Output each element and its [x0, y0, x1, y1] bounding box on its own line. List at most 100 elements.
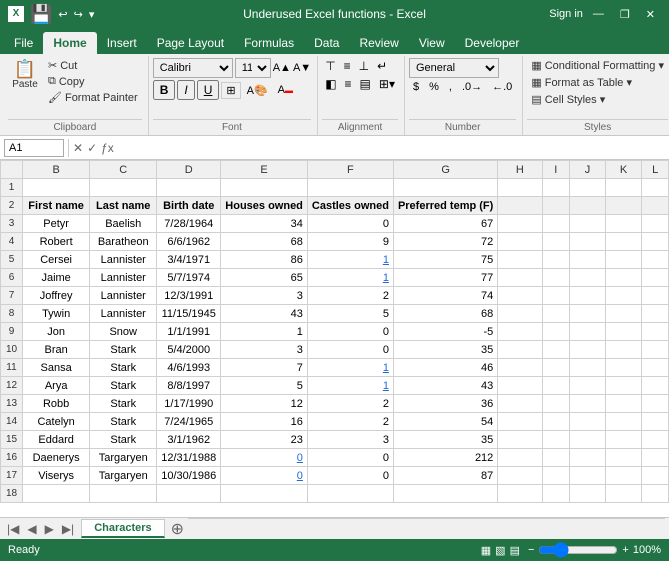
cell-13-4[interactable]: 1/17/1990	[157, 395, 221, 413]
align-left-button[interactable]: ◧	[322, 76, 339, 92]
row-header-7[interactable]: 7	[1, 287, 23, 305]
cell-6-8[interactable]	[498, 269, 542, 287]
tab-review[interactable]: Review	[349, 32, 408, 54]
cell-7-6[interactable]: 2	[307, 287, 393, 305]
align-bottom-button[interactable]: ⊥	[356, 58, 372, 74]
add-sheet-button[interactable]: ⊕	[167, 519, 188, 539]
cell-13-5[interactable]: 12	[221, 395, 308, 413]
cell-7-5[interactable]: 3	[221, 287, 308, 305]
font-family-select[interactable]: Calibri	[153, 58, 233, 78]
cell-17-8[interactable]	[498, 467, 542, 485]
cell-12-3[interactable]: Stark	[90, 377, 157, 395]
cell-9-2[interactable]: Jon	[23, 323, 90, 341]
row-header-16[interactable]: 16	[1, 449, 23, 467]
cell-8-8[interactable]	[498, 305, 542, 323]
grid-scroll[interactable]: B C D E F G H I J K L 12First nameLast n…	[0, 160, 669, 517]
cell-2-8[interactable]	[498, 197, 542, 215]
zoom-out-button[interactable]: −	[528, 544, 534, 556]
align-right-button[interactable]: ▤	[357, 76, 374, 92]
cell-9-3[interactable]: Snow	[90, 323, 157, 341]
cell-2-4[interactable]: Birth date	[157, 197, 221, 215]
cell-13-12[interactable]	[642, 395, 669, 413]
quick-access-save[interactable]: 💾	[30, 4, 52, 25]
row-header-10[interactable]: 10	[1, 341, 23, 359]
align-top-button[interactable]: ⊤	[322, 58, 338, 74]
cell-9-12[interactable]	[642, 323, 669, 341]
font-size-decrease[interactable]: A▼	[293, 62, 311, 74]
cell-16-4[interactable]: 12/31/1988	[157, 449, 221, 467]
cell-18-6[interactable]	[307, 485, 393, 503]
align-center-button[interactable]: ≡	[342, 76, 355, 92]
cell-7-2[interactable]: Joffrey	[23, 287, 90, 305]
col-header-d[interactable]: D	[157, 161, 221, 179]
table-row[interactable]: 12AryaStark8/8/19975143	[1, 377, 669, 395]
cell-9-8[interactable]	[498, 323, 542, 341]
cell-2-9[interactable]	[542, 197, 570, 215]
cell-13-10[interactable]	[570, 395, 606, 413]
currency-button[interactable]: $	[409, 80, 423, 94]
cell-13-9[interactable]	[542, 395, 570, 413]
table-row[interactable]: 4RobertBaratheon6/6/196268972	[1, 233, 669, 251]
cell-11-10[interactable]	[570, 359, 606, 377]
cell-16-2[interactable]: Daenerys	[23, 449, 90, 467]
table-row[interactable]: 7JoffreyLannister12/3/19913274	[1, 287, 669, 305]
cell-11-8[interactable]	[498, 359, 542, 377]
cell-7-12[interactable]	[642, 287, 669, 305]
cell-17-11[interactable]	[605, 467, 641, 485]
cell-3-12[interactable]	[642, 215, 669, 233]
cell-1-12[interactable]	[642, 179, 669, 197]
cell-3-6[interactable]: 0	[307, 215, 393, 233]
cell-15-6[interactable]: 3	[307, 431, 393, 449]
cell-17-12[interactable]	[642, 467, 669, 485]
cell-12-2[interactable]: Arya	[23, 377, 90, 395]
cell-12-6[interactable]: 1	[307, 377, 393, 395]
copy-button[interactable]: ⧉ Copy	[44, 74, 142, 89]
cell-8-9[interactable]	[542, 305, 570, 323]
cell-15-12[interactable]	[642, 431, 669, 449]
cell-11-4[interactable]: 4/6/1993	[157, 359, 221, 377]
cell-2-5[interactable]: Houses owned	[221, 197, 308, 215]
cell-11-11[interactable]	[605, 359, 641, 377]
cell-16-7[interactable]: 212	[393, 449, 497, 467]
tab-home[interactable]: Home	[43, 32, 96, 54]
cell-15-4[interactable]: 3/1/1962	[157, 431, 221, 449]
cell-10-8[interactable]	[498, 341, 542, 359]
cell-12-8[interactable]	[498, 377, 542, 395]
cell-8-2[interactable]: Tywin	[23, 305, 90, 323]
cell-2-11[interactable]	[605, 197, 641, 215]
cell-11-9[interactable]	[542, 359, 570, 377]
cell-11-7[interactable]: 46	[393, 359, 497, 377]
row-header-14[interactable]: 14	[1, 413, 23, 431]
table-row[interactable]: 9JonSnow1/1/199110-5	[1, 323, 669, 341]
cell-16-6[interactable]: 0	[307, 449, 393, 467]
zoom-slider[interactable]	[538, 542, 618, 558]
cell-17-2[interactable]: Viserys	[23, 467, 90, 485]
cell-3-4[interactable]: 7/28/1964	[157, 215, 221, 233]
cell-4-4[interactable]: 6/6/1962	[157, 233, 221, 251]
table-row[interactable]: 11SansaStark4/6/19937146	[1, 359, 669, 377]
cell-4-5[interactable]: 68	[221, 233, 308, 251]
quick-access-undo[interactable]: ↩	[58, 8, 67, 21]
cell-1-8[interactable]	[498, 179, 542, 197]
row-header-1[interactable]: 1	[1, 179, 23, 197]
cell-5-2[interactable]: Cersei	[23, 251, 90, 269]
bold-button[interactable]: B	[153, 80, 176, 100]
page-break-icon[interactable]: ▤	[510, 544, 520, 557]
align-middle-button[interactable]: ≡	[341, 58, 354, 74]
zoom-in-button[interactable]: +	[622, 544, 628, 556]
cell-4-6[interactable]: 9	[307, 233, 393, 251]
cell-18-11[interactable]	[605, 485, 641, 503]
cell-8-6[interactable]: 5	[307, 305, 393, 323]
cell-13-6[interactable]: 2	[307, 395, 393, 413]
cell-1-11[interactable]	[605, 179, 641, 197]
close-button[interactable]: ✕	[640, 6, 661, 23]
cell-6-6[interactable]: 1	[307, 269, 393, 287]
cell-6-12[interactable]	[642, 269, 669, 287]
cell-12-9[interactable]	[542, 377, 570, 395]
italic-button[interactable]: I	[177, 80, 194, 100]
cell-2-3[interactable]: Last name	[90, 197, 157, 215]
cell-14-4[interactable]: 7/24/1965	[157, 413, 221, 431]
cell-3-10[interactable]	[570, 215, 606, 233]
row-header-4[interactable]: 4	[1, 233, 23, 251]
cell-13-11[interactable]	[605, 395, 641, 413]
